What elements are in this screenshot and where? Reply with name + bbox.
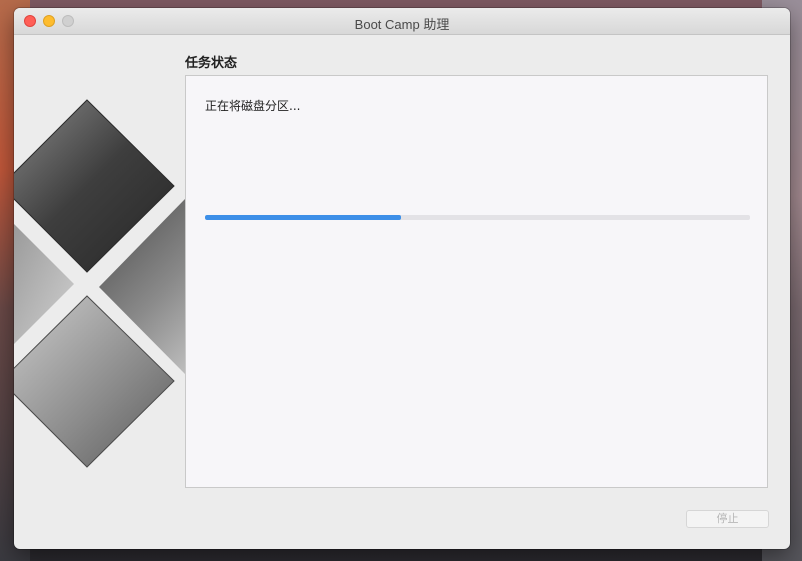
section-title: 任务状态 <box>185 56 238 71</box>
progress-bar-fill <box>205 215 402 220</box>
task-status-panel: 正在将磁盘分区... <box>185 75 768 488</box>
progress-bar <box>205 215 750 220</box>
stop-button[interactable]: 停止 <box>686 510 769 528</box>
title-bar[interactable]: Boot Camp 助理 <box>14 8 790 35</box>
status-message: 正在将磁盘分区... <box>205 99 301 113</box>
window-title: Boot Camp 助理 <box>354 17 450 32</box>
bootcamp-window: Boot Camp 助理 任务状态 正在将磁盘分区... 停止 <box>14 8 790 549</box>
